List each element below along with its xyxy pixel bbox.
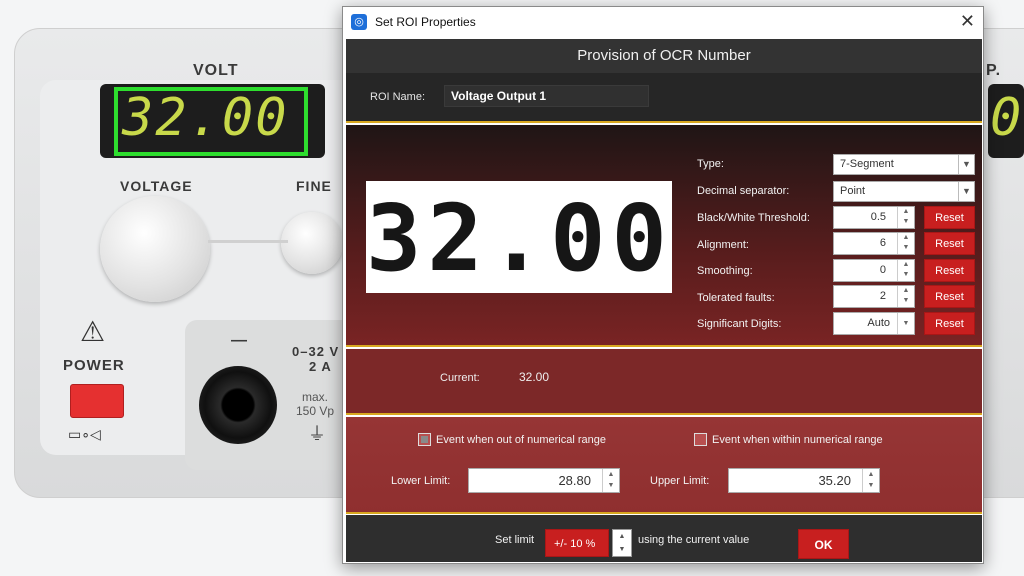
smoothing-spinner[interactable]: ▲ ▼: [897, 260, 914, 281]
separator: [346, 512, 982, 514]
roi-name-bar: ROI Name: Voltage Output 1: [346, 73, 982, 123]
lower-limit-label: Lower Limit:: [391, 475, 451, 487]
output-jack: [199, 366, 277, 444]
event-out-of-range-label: Event when out of numerical range: [436, 433, 606, 446]
upper-limit-label: Upper Limit:: [650, 475, 710, 487]
separator: [346, 413, 982, 415]
roi-name-input[interactable]: Voltage Output 1: [444, 85, 649, 107]
separator: [346, 345, 982, 347]
voltage-knob-label: VOLTAGE: [120, 178, 193, 194]
lower-limit-spinner[interactable]: ▲ ▼: [602, 469, 619, 492]
amp-display-label: P.: [986, 62, 1002, 79]
voltage-knob: [100, 196, 210, 302]
lower-limit-value: 28.80: [558, 473, 591, 488]
threshold-input[interactable]: 0.5 ▲ ▼: [833, 206, 915, 229]
smoothing-label: Smoothing:: [697, 265, 753, 277]
current-display-digit: 0: [990, 88, 1024, 148]
event-out-of-range-checkbox[interactable]: Event when out of numerical range: [418, 433, 606, 446]
smoothing-value: 0: [879, 264, 886, 276]
threshold-spinner[interactable]: ▲ ▼: [897, 207, 914, 228]
alignment-value: 6: [879, 237, 886, 249]
chevron-down-icon: ▼: [958, 182, 974, 201]
lower-limit-input[interactable]: 28.80 ▲ ▼: [468, 468, 620, 493]
limits-panel: Event when out of numerical range Event …: [346, 417, 982, 513]
upper-limit-value: 35.20: [818, 473, 851, 488]
upper-limit-input[interactable]: 35.20 ▲ ▼: [728, 468, 880, 493]
tolerated-faults-spinner[interactable]: ▲ ▼: [897, 286, 914, 307]
range-label: 0–32 V: [292, 344, 340, 359]
smoothing-input[interactable]: 0 ▲ ▼: [833, 259, 915, 282]
current-label: Current:: [440, 372, 480, 384]
fine-knob: [281, 212, 343, 274]
close-icon[interactable]: ✕: [960, 11, 975, 32]
threshold-reset-button[interactable]: Reset: [924, 206, 975, 229]
amp-label: 2 A: [309, 359, 332, 374]
decimal-separator-select[interactable]: Point ▼: [833, 181, 975, 202]
decimal-separator-label: Decimal separator:: [697, 185, 790, 197]
warning-icon: ⚠: [80, 316, 106, 347]
significant-digits-label: Significant Digits:: [697, 318, 782, 330]
roi-selection-box[interactable]: [114, 87, 308, 156]
checkbox-checked-icon: [418, 433, 431, 446]
power-label: POWER: [63, 357, 125, 374]
dialog-header: Provision of OCR Number: [346, 39, 982, 73]
knob-divider: [208, 240, 288, 243]
limit-percent-spinner[interactable]: ▲ ▼: [612, 529, 632, 557]
using-current-value-label: using the current value: [638, 534, 750, 546]
tolerated-faults-input[interactable]: 2 ▲ ▼: [833, 285, 915, 308]
significant-digits-select[interactable]: Auto ▼: [833, 312, 915, 335]
volt-label: VOLT: [193, 62, 239, 79]
alignment-reset-button[interactable]: Reset: [924, 232, 975, 255]
threshold-value: 0.5: [870, 211, 886, 223]
ocr-preview-image: 32.00: [366, 181, 672, 293]
fine-knob-label: FINE: [296, 178, 332, 194]
ocr-settings-panel: 32.00 Type: 7-Segment ▼ Decimal separato…: [346, 125, 982, 347]
type-select[interactable]: 7-Segment ▼: [833, 154, 975, 175]
alignment-input[interactable]: 6 ▲ ▼: [833, 232, 915, 255]
power-button: [70, 384, 124, 418]
alignment-spinner[interactable]: ▲ ▼: [897, 233, 914, 254]
upper-limit-spinner[interactable]: ▲ ▼: [862, 469, 879, 492]
ok-button[interactable]: OK: [798, 529, 849, 559]
significant-digits-reset-button[interactable]: Reset: [924, 312, 975, 335]
checkbox-unchecked-icon: [694, 433, 707, 446]
dialog-footer: Set limit +/- 10 % ▲ ▼ using the current …: [346, 515, 982, 562]
vp-label: 150 Vp: [296, 404, 335, 418]
threshold-label: Black/White Threshold:: [697, 212, 810, 224]
significant-digits-value: Auto: [867, 317, 890, 329]
minus-terminal-label: —: [231, 332, 248, 349]
roi-name-label: ROI Name:: [370, 91, 426, 103]
decimal-separator-value: Point: [840, 185, 866, 197]
ground-icon: ⏚: [308, 424, 326, 444]
power-toggle-icon: ▭∘◁: [68, 426, 101, 442]
event-within-range-checkbox[interactable]: Event when within numerical range: [694, 433, 883, 446]
dialog-title: Set ROI Properties: [375, 15, 476, 29]
ocr-preview-digits: 32.00: [366, 185, 673, 292]
tolerated-faults-reset-button[interactable]: Reset: [924, 285, 975, 308]
smoothing-reset-button[interactable]: Reset: [924, 259, 975, 282]
max-label: max.: [302, 390, 329, 404]
current-value-panel: Current: 32.00: [346, 349, 982, 415]
dialog-titlebar: ◎ Set ROI Properties: [343, 7, 983, 37]
chevron-down-icon: ▼: [897, 313, 914, 334]
event-within-range-label: Event when within numerical range: [712, 433, 883, 446]
tolerated-faults-value: 2: [879, 290, 886, 302]
chevron-down-icon: ▼: [958, 155, 974, 174]
app-icon: ◎: [351, 14, 367, 30]
limit-percent-input[interactable]: +/- 10 %: [545, 529, 609, 557]
type-label: Type:: [697, 158, 724, 170]
current-value: 32.00: [519, 370, 550, 384]
alignment-label: Alignment:: [697, 239, 749, 251]
set-limit-label: Set limit: [495, 534, 535, 546]
type-select-value: 7-Segment: [840, 158, 894, 170]
set-roi-properties-dialog: ◎ Set ROI Properties ✕ Provision of OCR …: [342, 6, 984, 564]
tolerated-faults-label: Tolerated faults:: [697, 292, 775, 304]
